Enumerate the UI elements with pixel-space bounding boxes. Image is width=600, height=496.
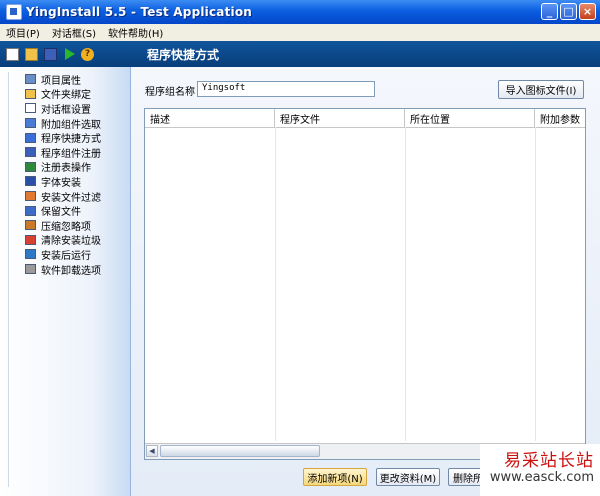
sidebar-item-label: 程序快捷方式 <box>41 134 101 146</box>
sidebar-item-label: 注册表操作 <box>41 163 91 175</box>
keep-file-icon <box>25 205 36 216</box>
sidebar-item-label: 项目属性 <box>41 75 81 87</box>
sidebar-item[interactable]: 附加组件选取 <box>9 116 124 131</box>
post-run-icon <box>25 249 36 260</box>
help-icon[interactable]: ? <box>81 47 94 61</box>
column-program-file[interactable]: 程序文件 <box>275 109 405 127</box>
sidebar-item-label: 清除安装垃圾 <box>41 236 101 248</box>
column-divider <box>405 127 406 441</box>
properties-icon <box>25 74 36 85</box>
save-icon[interactable] <box>44 47 57 61</box>
section-title: 程序快捷方式 <box>147 48 220 62</box>
uninstall-icon <box>25 264 36 275</box>
sidebar-item[interactable]: 项目属性 <box>9 72 124 87</box>
app-icon <box>6 4 22 20</box>
sidebar-item[interactable]: 文件夹绑定 <box>9 87 124 102</box>
sidebar-item[interactable]: 程序快捷方式 <box>9 130 124 145</box>
add-item-button[interactable]: 添加新项(N) <box>303 468 367 486</box>
watermark-text: 易采站长站 <box>504 451 594 471</box>
minimize-button[interactable]: _ <box>541 3 558 20</box>
menu-help[interactable]: 软件帮助(H) <box>102 25 169 40</box>
group-name-label: 程序组名称 <box>145 87 195 98</box>
dialog-icon <box>25 103 36 114</box>
run-icon[interactable] <box>65 48 75 60</box>
sidebar: 项目属性文件夹绑定对话框设置附加组件选取 程序快捷方式 程序组件注册 注册表操作字体安… <box>0 67 131 496</box>
register-icon <box>25 147 36 158</box>
column-divider <box>535 127 536 441</box>
sidebar-item[interactable]: 压缩忽略项 <box>9 218 124 233</box>
group-name-input[interactable]: Yingsoft <box>197 81 375 97</box>
import-icon-button[interactable]: 导入图标文件(I) <box>498 80 584 99</box>
column-divider <box>275 127 276 441</box>
component-icon <box>25 118 36 129</box>
sidebar-item[interactable]: 软件卸载选项 <box>9 262 124 277</box>
sidebar-item-label: 文件夹绑定 <box>41 90 91 102</box>
scroll-thumb[interactable] <box>160 445 320 457</box>
sidebar-item-label: 软件卸载选项 <box>41 265 101 277</box>
sidebar-item-label: 附加组件选取 <box>41 119 101 131</box>
sidebar-item-label: 安装文件过滤 <box>41 192 101 204</box>
menu-project[interactable]: 项目(P) <box>0 25 46 40</box>
filter-icon <box>25 191 36 202</box>
column-description[interactable]: 描述 <box>145 109 275 127</box>
sidebar-item[interactable]: 程序组件注册 <box>9 145 124 160</box>
new-icon[interactable] <box>6 47 19 61</box>
sidebar-item-label: 保留文件 <box>41 207 81 219</box>
watermark-url: www.easck.com <box>489 470 594 485</box>
close-button[interactable]: × <box>579 3 596 20</box>
sidebar-item-label: 安装后运行 <box>41 250 91 262</box>
table-header: 描述 程序文件 所在位置 附加参数 <box>145 109 585 128</box>
sidebar-item[interactable]: 对话框设置 <box>9 101 124 116</box>
edit-item-button[interactable]: 更改资料(M) <box>376 468 440 486</box>
sidebar-item[interactable]: 注册表操作 <box>9 160 124 175</box>
sidebar-item[interactable]: 安装后运行 <box>9 247 124 262</box>
compress-icon <box>25 220 36 231</box>
sidebar-item-label: 程序组件注册 <box>41 148 101 160</box>
registry-icon <box>25 161 36 172</box>
sidebar-item-label: 字体安装 <box>41 177 81 189</box>
title-bar: YingInstall 5.5 - Test Application _ □ × <box>0 0 600 24</box>
maximize-button[interactable]: □ <box>560 3 577 20</box>
scroll-left-arrow-icon[interactable]: ◀ <box>146 445 158 457</box>
toolbar: ? <box>0 41 600 67</box>
sidebar-list: 项目属性文件夹绑定对话框设置附加组件选取 程序快捷方式 程序组件注册 注册表操作字体安… <box>8 72 124 487</box>
sidebar-item[interactable]: 保留文件 <box>9 203 124 218</box>
sidebar-item-label: 压缩忽略项 <box>41 221 91 233</box>
sidebar-item[interactable]: 字体安装 <box>9 174 124 189</box>
shortcut-table[interactable]: 描述 程序文件 所在位置 附加参数 ◀ <box>144 108 586 460</box>
main-panel: 程序组名称 Yingsoft 导入图标文件(I) 描述 程序文件 所在位置 附加… <box>131 67 600 496</box>
menu-dialog[interactable]: 对话框(S) <box>46 25 102 40</box>
sidebar-item-label: 对话框设置 <box>41 104 91 116</box>
clean-icon <box>25 234 36 245</box>
menu-bar: 项目(P) 对话框(S) 软件帮助(H) <box>0 24 600 42</box>
window-controls: _ □ × <box>541 3 596 20</box>
column-parameters[interactable]: 附加参数 <box>535 109 585 127</box>
font-icon <box>25 176 36 187</box>
watermark: 易采站长站 www.easck.com <box>480 444 600 496</box>
column-location[interactable]: 所在位置 <box>405 109 535 127</box>
open-icon[interactable] <box>25 47 38 61</box>
folder-icon <box>25 88 36 99</box>
window-title: YingInstall 5.5 - Test Application <box>26 5 253 19</box>
sidebar-item[interactable]: 清除安装垃圾 <box>9 233 124 248</box>
shortcut-icon <box>25 132 36 143</box>
sidebar-item[interactable]: 安装文件过滤 <box>9 189 124 204</box>
